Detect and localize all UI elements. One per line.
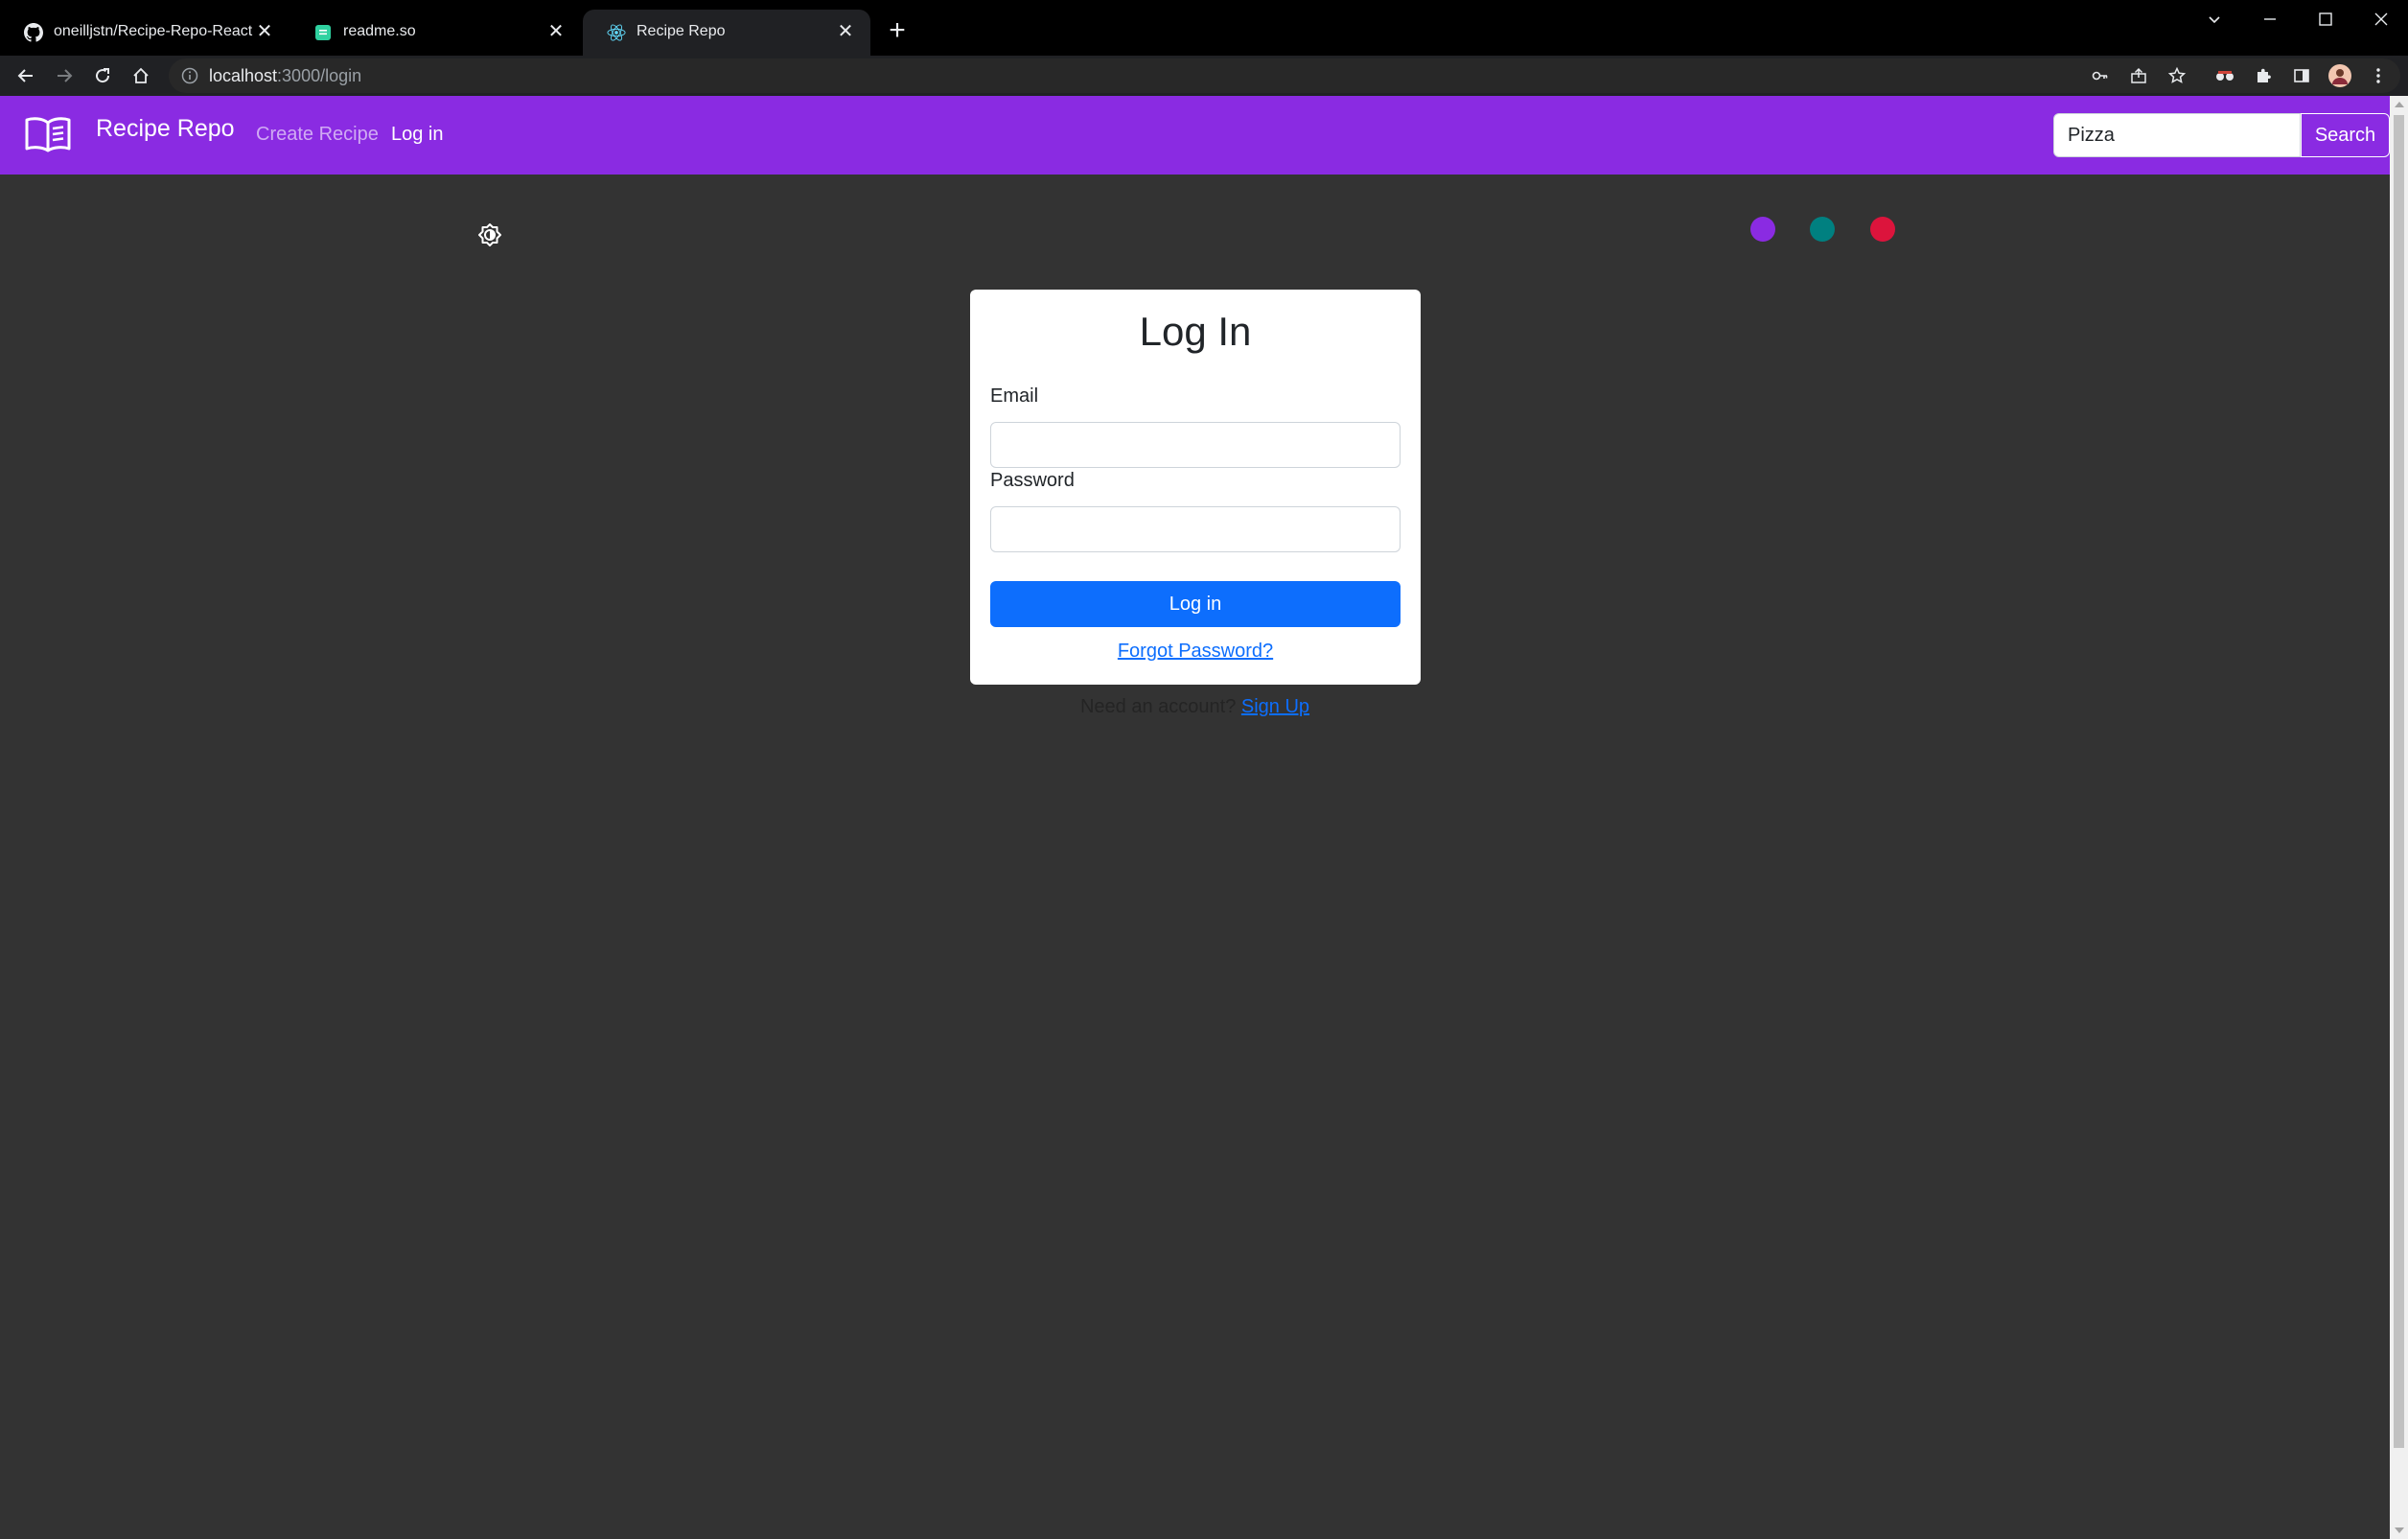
browser-toolbar: localhost:3000/login: [0, 56, 2408, 96]
close-icon[interactable]: ✕: [544, 19, 567, 42]
bookmark-star-icon[interactable]: [2163, 61, 2191, 90]
close-window-icon[interactable]: [2362, 4, 2400, 35]
email-field[interactable]: [990, 422, 1401, 468]
theme-color-red[interactable]: [1870, 217, 1895, 242]
tab-title: Recipe Repo: [637, 23, 726, 39]
need-account-text: Need an account?: [1079, 696, 1237, 717]
tab-search-icon[interactable]: [2195, 4, 2234, 35]
theme-toggle-icon[interactable]: [476, 222, 503, 248]
open-book-icon[interactable]: [25, 115, 71, 153]
forgot-password-link[interactable]: Forgot Password?: [1118, 641, 1273, 662]
react-icon: [606, 22, 627, 43]
theme-color-teal[interactable]: [1810, 217, 1835, 242]
address-bar[interactable]: localhost:3000/login: [169, 58, 2400, 93]
scroll-up-icon[interactable]: [2395, 102, 2404, 107]
extension-glasses-icon[interactable]: [2211, 61, 2239, 90]
tab-title: readme.so: [343, 23, 416, 39]
page-title: Log In: [1139, 309, 1252, 354]
minimize-icon[interactable]: [2251, 4, 2289, 35]
tab-title: oneilljstn/Recipe-Repo-React: [54, 23, 253, 39]
info-icon[interactable]: [180, 66, 199, 85]
close-icon[interactable]: ✕: [834, 19, 857, 42]
profile-avatar[interactable]: [2326, 61, 2354, 90]
search-input[interactable]: Pizza: [2053, 113, 2301, 157]
page-viewport: Recipe Repo Create Recipe Log in Pizza S…: [0, 96, 2390, 1539]
scroll-down-icon[interactable]: [2395, 1527, 2404, 1533]
password-label: Password: [990, 470, 1075, 491]
login-button[interactable]: Log in: [990, 581, 1401, 627]
forward-arrow-icon[interactable]: [48, 59, 81, 92]
browser-tab[interactable]: readme.so ✕: [289, 10, 581, 56]
search-button[interactable]: Search: [2301, 113, 2390, 157]
reload-icon[interactable]: [86, 59, 119, 92]
maximize-icon[interactable]: [2306, 4, 2345, 35]
github-icon: [23, 22, 44, 43]
password-field[interactable]: [990, 506, 1401, 552]
browser-tab-active[interactable]: Recipe Repo ✕: [583, 10, 870, 56]
browser-tabstrip: oneilljstn/Recipe-Repo-React ✕ readme.so…: [0, 0, 2408, 56]
readme-so-icon: [313, 22, 334, 43]
menu-kebab-icon[interactable]: [2364, 61, 2393, 90]
share-icon[interactable]: [2124, 61, 2153, 90]
back-arrow-icon[interactable]: [10, 59, 42, 92]
key-icon[interactable]: [2086, 61, 2115, 90]
theme-color-purple[interactable]: [1750, 217, 1775, 242]
navbar: Recipe Repo Create Recipe Log in Pizza S…: [0, 96, 2390, 175]
browser-tab[interactable]: oneilljstn/Recipe-Repo-React ✕: [0, 10, 289, 56]
side-panel-icon[interactable]: [2287, 61, 2316, 90]
sign-up-link[interactable]: Sign Up: [1241, 696, 1309, 717]
scrollbar[interactable]: [2390, 96, 2408, 1539]
nav-link-create-recipe[interactable]: Create Recipe: [256, 124, 379, 146]
scrollbar-thumb[interactable]: [2394, 115, 2404, 1448]
email-label: Email: [990, 385, 1039, 407]
brand-link[interactable]: Recipe Repo: [96, 115, 235, 143]
home-icon[interactable]: [125, 59, 157, 92]
extensions-puzzle-icon[interactable]: [2249, 61, 2278, 90]
nav-link-log-in[interactable]: Log in: [391, 124, 444, 146]
close-icon[interactable]: ✕: [253, 19, 276, 42]
url-text: localhost:3000/login: [209, 66, 362, 85]
new-tab-button[interactable]: +: [882, 15, 913, 46]
login-card: Log In Email Password Log in Forgot Pass…: [970, 290, 1421, 685]
signup-prompt: Need an account? Sign Up: [0, 696, 2390, 718]
